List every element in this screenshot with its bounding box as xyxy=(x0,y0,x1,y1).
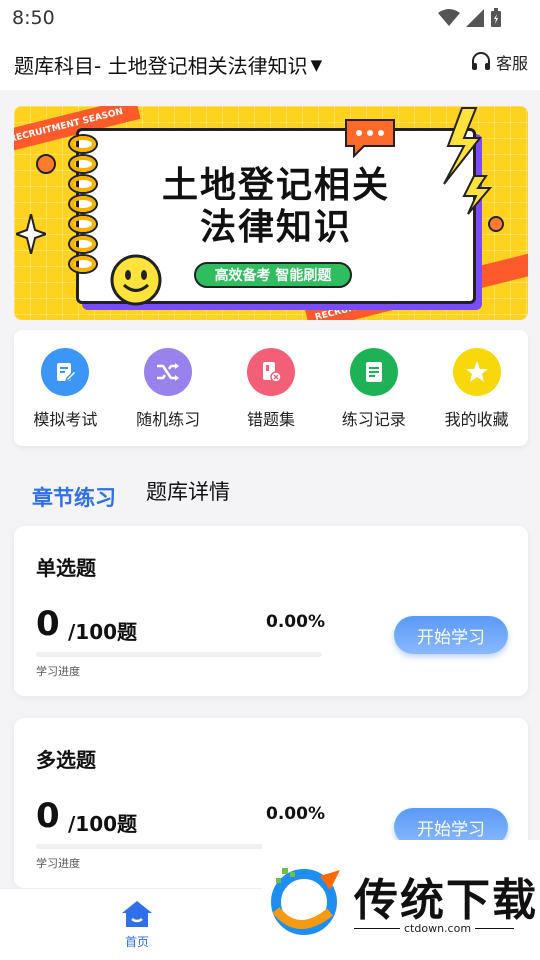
progress-label: 学习进度 xyxy=(36,665,80,678)
quick-nav-favorites[interactable]: 我的收藏 xyxy=(426,330,528,446)
subject-selector[interactable]: 题库科目- 土地登记相关法律知识 ▼ xyxy=(14,50,322,79)
quick-nav-random-practice[interactable]: 随机练习 xyxy=(117,330,219,446)
promo-banner[interactable]: RECRUITMENT SEASON RECRUITMENT SEASON 土地… xyxy=(14,106,528,320)
banner-title-line1: 土地登记相关 xyxy=(161,165,390,206)
single-choice-card: 单选题 0 /100题 0.00% 学习进度 开始学习 xyxy=(14,526,528,696)
progress-percent: 0.00% xyxy=(266,804,325,824)
tab-bank-details[interactable]: 题库详情 xyxy=(146,476,230,506)
start-study-button[interactable]: 开始学习 xyxy=(394,616,508,654)
status-time: 8:50 xyxy=(12,7,55,29)
sparkle-icon xyxy=(16,214,46,254)
nav-home[interactable]: 首页 xyxy=(112,899,162,950)
quick-nav-mock-exam[interactable]: 模拟考试 xyxy=(14,330,116,446)
system-icons xyxy=(438,8,502,28)
exam-edit-icon xyxy=(41,348,90,396)
quick-nav-label: 错题集 xyxy=(246,410,295,429)
quick-nav-label: 随机练习 xyxy=(136,410,201,429)
error-file-icon xyxy=(246,348,295,396)
service-label: 客服 xyxy=(495,54,528,73)
subject-title: 题库科目- 土地登记相关法律知识 xyxy=(14,54,308,78)
banner-tag: 高效备考 智能刷题 xyxy=(194,262,352,288)
star-icon xyxy=(452,348,501,396)
banner-title-line2: 法律知识 xyxy=(199,207,352,248)
ctdown-logo-icon xyxy=(271,868,340,935)
record-doc-icon xyxy=(349,348,398,396)
total-count: /100题 xyxy=(68,620,138,644)
battery-icon xyxy=(491,8,501,27)
dropdown-triangle-icon: ▼ xyxy=(310,55,323,74)
quick-nav-practice-record[interactable]: 练习记录 xyxy=(323,330,425,446)
card-title: 单选题 xyxy=(36,556,96,580)
total-count: /100题 xyxy=(68,812,138,836)
customer-service-button[interactable]: 客服 xyxy=(470,50,528,74)
chat-bubble-icon xyxy=(345,119,395,158)
notebook-rings xyxy=(70,136,96,276)
signal-icon xyxy=(466,9,484,27)
quick-nav-label: 我的收藏 xyxy=(444,410,509,429)
progress-bar xyxy=(36,652,322,657)
card-title: 多选题 xyxy=(36,748,96,772)
progress-label: 学习进度 xyxy=(36,857,80,870)
quick-nav: 模拟考试 随机练习 错题集 练习记录 我的收藏 xyxy=(14,330,528,446)
quick-nav-wrong-questions[interactable]: 错题集 xyxy=(220,330,322,446)
tab-chapter-practice[interactable]: 章节练习 xyxy=(32,482,116,512)
headset-icon xyxy=(471,52,490,70)
app-header: 题库科目- 土地登记相关法律知识 ▼ 客服 xyxy=(0,38,540,90)
quick-nav-label: 模拟考试 xyxy=(33,410,98,429)
progress-percent: 0.00% xyxy=(266,612,325,632)
watermark-url: ctdown.com xyxy=(400,922,476,935)
done-count: 0 xyxy=(36,604,60,644)
shuffle-icon xyxy=(144,348,193,396)
decor-dot xyxy=(488,216,504,232)
nav-home-label: 首页 xyxy=(124,935,149,949)
watermark: 传统下载 ctdown.com xyxy=(262,840,540,960)
done-count: 0 xyxy=(36,796,60,836)
decor-dot xyxy=(36,154,56,174)
lightning-icon xyxy=(443,107,493,215)
quick-nav-label: 练习记录 xyxy=(341,410,406,429)
status-bar: 8:50 xyxy=(0,0,540,38)
wifi-icon xyxy=(438,9,460,26)
home-icon xyxy=(122,901,152,927)
watermark-brand: 传统下载 xyxy=(354,875,538,926)
smiley-icon xyxy=(110,254,162,306)
